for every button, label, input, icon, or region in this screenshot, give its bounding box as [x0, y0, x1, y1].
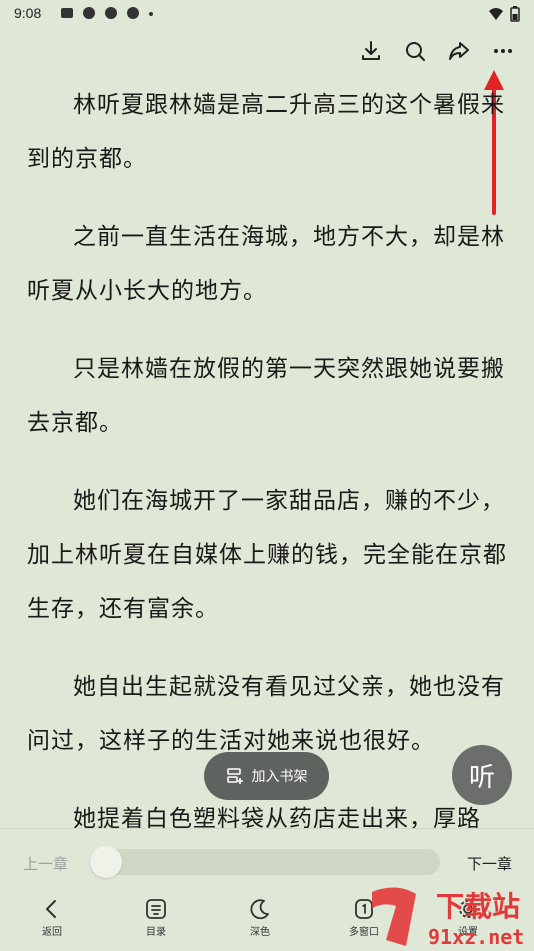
share-icon — [449, 42, 469, 60]
next-chapter-button[interactable]: 下一章 — [467, 853, 512, 874]
notification-app-icon — [61, 8, 73, 18]
status-notification-icons — [60, 6, 154, 20]
notification-dot-icon — [149, 12, 153, 16]
status-system-icons — [488, 6, 520, 22]
share-button[interactable] — [446, 38, 472, 64]
nav-label: 返回 — [42, 927, 62, 938]
paragraph: 林听夏跟林嫱是高二升高三的这个暑假来到的京都。 — [27, 92, 505, 172]
notification-app-icon — [83, 7, 95, 19]
nav-item-catalog[interactable]: 目录 — [104, 897, 208, 938]
download-icon — [362, 41, 380, 60]
moon-icon — [248, 897, 272, 921]
nav-item-dark-mode[interactable]: 深色 — [208, 897, 312, 938]
search-button[interactable] — [402, 38, 428, 64]
reader-toolbar — [358, 38, 516, 64]
add-to-bookshelf-button[interactable]: 加入书架 — [204, 752, 329, 800]
search-icon — [406, 42, 425, 61]
add-to-bookshelf-label: 加入书架 — [251, 769, 308, 785]
status-time: 9:08 — [14, 5, 42, 21]
more-icon — [494, 49, 512, 53]
paragraph: 只是林嫱在放假的第一天突然跟她说要搬去京都。 — [27, 356, 505, 436]
bookshelf-icon — [226, 768, 243, 784]
previous-chapter-button[interactable]: 上一章 — [23, 853, 68, 874]
slider-thumb[interactable] — [90, 846, 122, 878]
listen-button[interactable]: 听 — [452, 745, 512, 805]
listen-label: 听 — [468, 762, 495, 793]
paragraph: 之前一直生活在海城，地方不大，却是林听夏从小长大的地方。 — [27, 224, 505, 304]
download-button[interactable] — [358, 38, 384, 64]
more-button[interactable] — [490, 38, 516, 64]
paragraph: 她们在海城开了一家甜品店，赚的不少，加上林听夏在自媒体上赚的钱，完全能在京都生存… — [27, 488, 507, 622]
nav-item-back[interactable]: 返回 — [0, 897, 104, 938]
watermark-domain: 91xz.net — [428, 925, 524, 949]
wifi-icon — [489, 8, 503, 20]
battery-icon — [510, 6, 520, 22]
notification-app-icon — [127, 7, 139, 19]
nav-label: 目录 — [146, 927, 166, 938]
site-watermark-logo: 下载站 91xz.net — [372, 887, 524, 949]
chapter-progress-slider[interactable] — [90, 846, 440, 878]
catalog-icon — [144, 897, 168, 921]
nav-label: 深色 — [250, 927, 270, 938]
status-bar: 9:08 — [0, 0, 534, 28]
notification-app-icon — [105, 7, 117, 19]
watermark-title: 下载站 — [436, 890, 520, 923]
back-icon — [40, 897, 64, 921]
